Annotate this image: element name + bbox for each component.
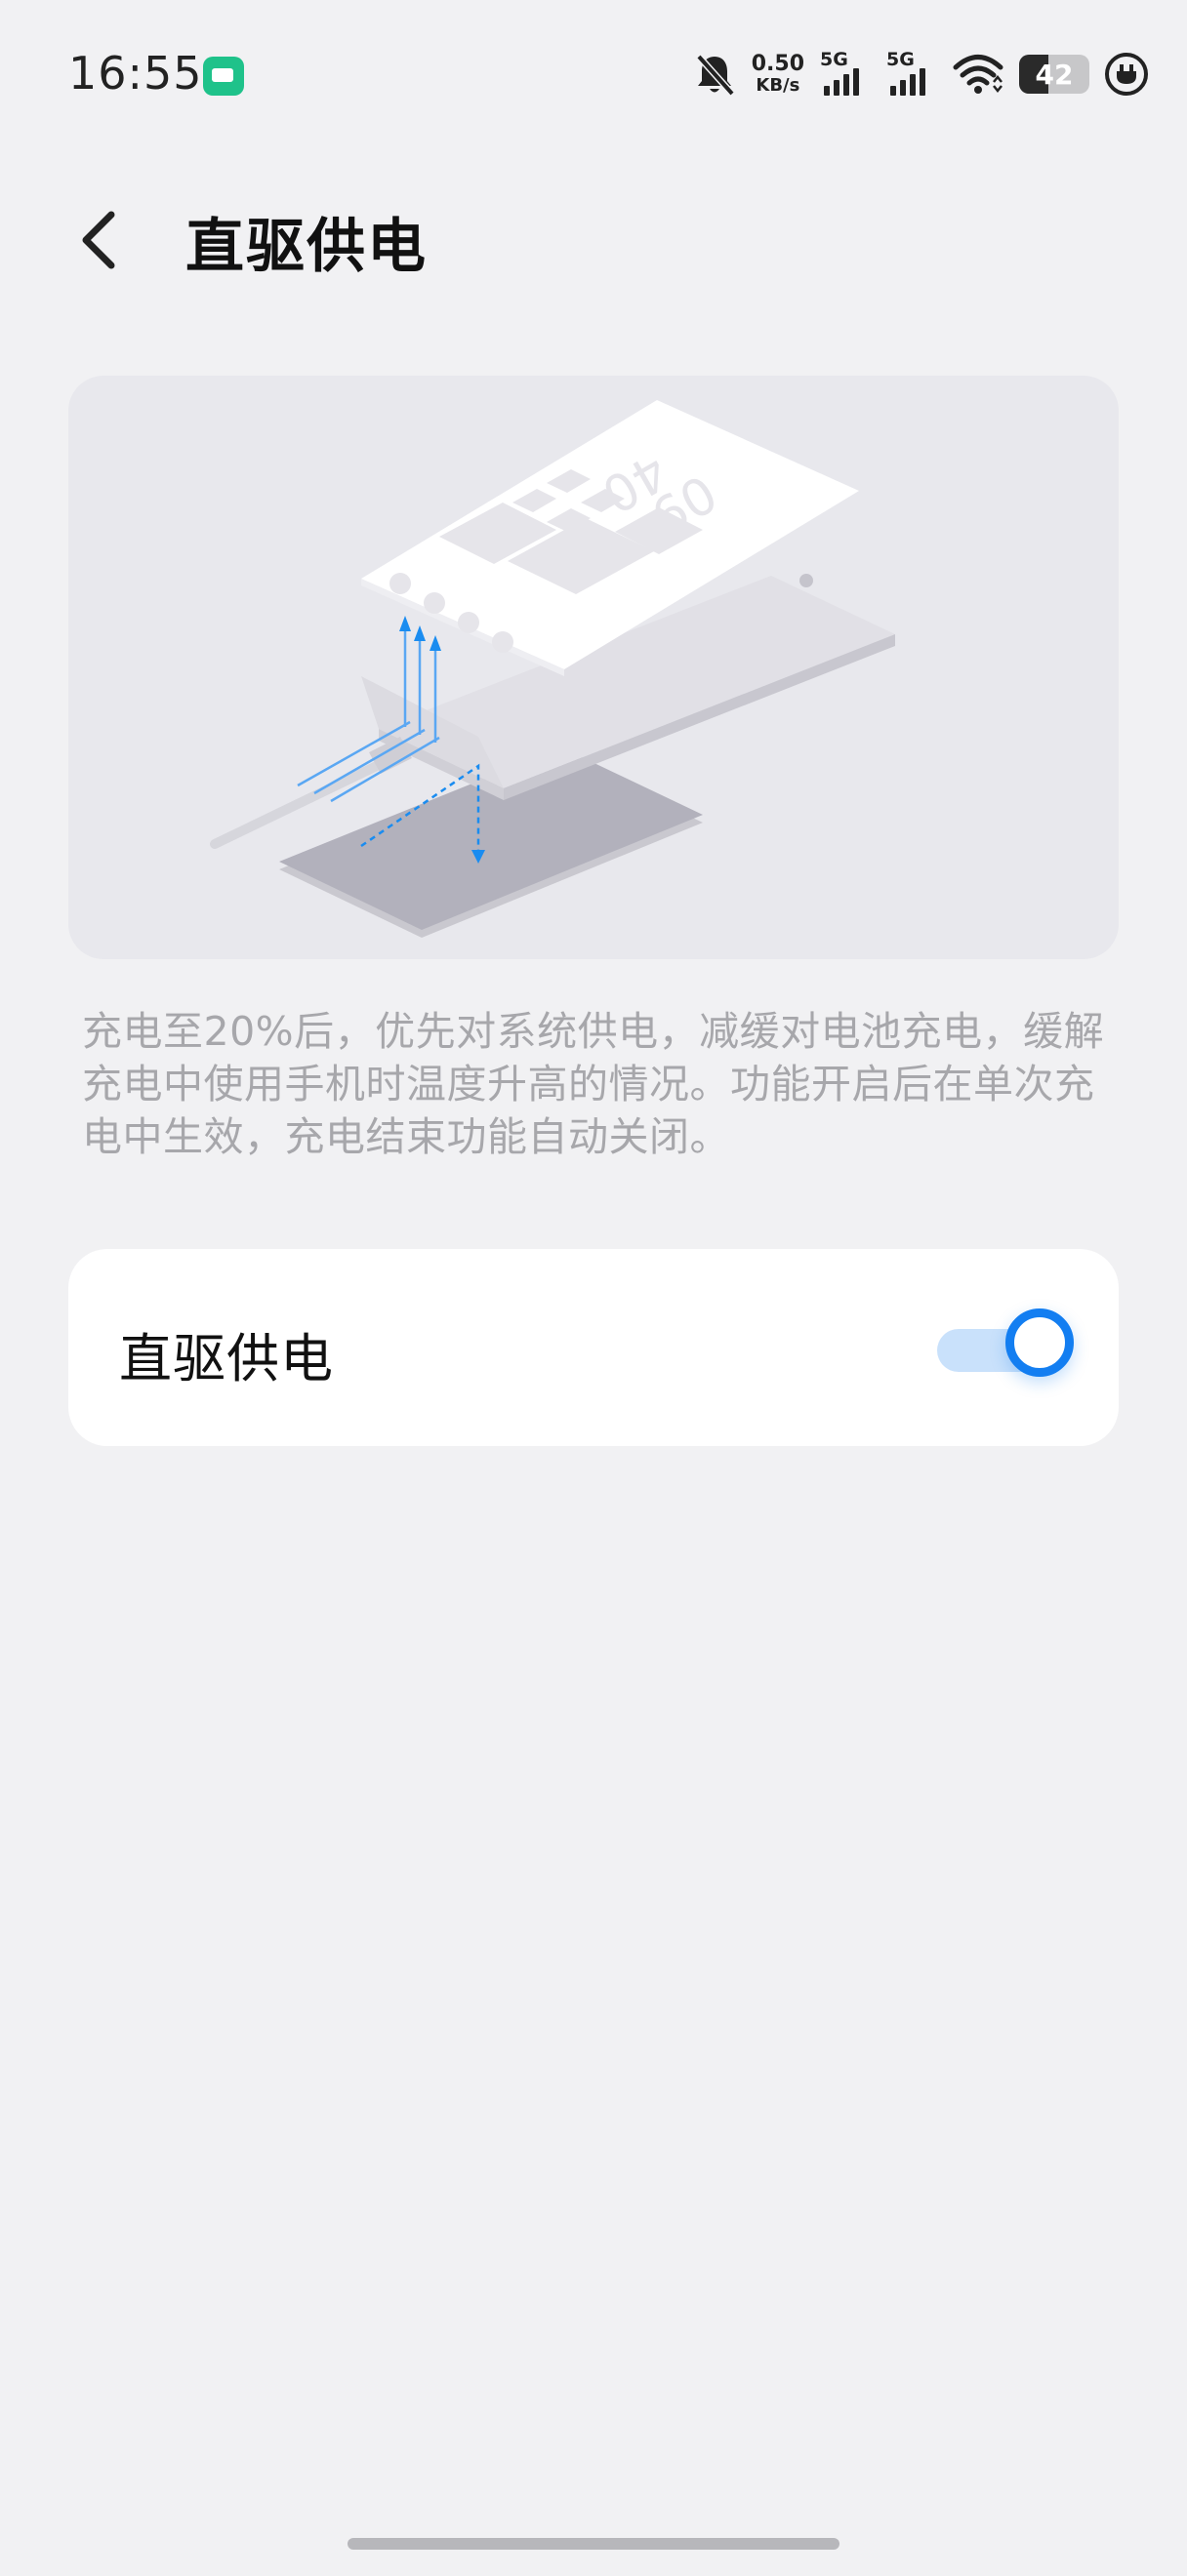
battery-level: 42 bbox=[1035, 59, 1074, 91]
net-speed-unit: KB/s bbox=[756, 75, 800, 96]
back-button[interactable] bbox=[68, 201, 137, 279]
net-speed-value: 0.50 bbox=[751, 52, 804, 76]
battery-icon: 42 bbox=[1019, 55, 1089, 94]
signal-1-label: 5G bbox=[820, 49, 848, 70]
direct-power-toggle[interactable] bbox=[937, 1306, 1093, 1391]
setting-label: 直驱供电 bbox=[119, 1328, 334, 1389]
chevron-left-icon bbox=[82, 211, 115, 269]
toggle-thumb bbox=[1005, 1308, 1074, 1377]
direct-power-setting-row[interactable]: 直驱供电 bbox=[68, 1249, 1119, 1446]
feature-description: 充电至20%后，优先对系统供电，减缓对电池充电，缓解充电中使用手机时温度升高的情… bbox=[82, 1008, 1105, 1160]
status-icons: 0.50 KB/s 5G 5G 42 bbox=[693, 45, 1148, 103]
signal-2-label: 5G bbox=[886, 49, 915, 70]
status-time: 16:55 bbox=[68, 47, 203, 100]
wifi-icon bbox=[953, 55, 1003, 94]
status-bar: 16:55 0.50 KB/s 5G 5G 42 bbox=[0, 0, 1187, 146]
feature-illustration: 09 40 bbox=[68, 376, 1119, 959]
home-indicator[interactable] bbox=[348, 2538, 839, 2550]
app-badge-icon bbox=[203, 57, 244, 96]
signal-icon-1: 5G bbox=[820, 49, 871, 100]
page-title: 直驱供电 bbox=[185, 213, 428, 281]
charging-icon bbox=[1105, 53, 1148, 96]
bell-muted-icon bbox=[696, 54, 735, 97]
net-speed: 0.50 KB/s bbox=[752, 54, 804, 95]
phone-charging-diagram: 09 40 bbox=[210, 400, 895, 938]
signal-icon-2: 5G bbox=[886, 49, 937, 100]
